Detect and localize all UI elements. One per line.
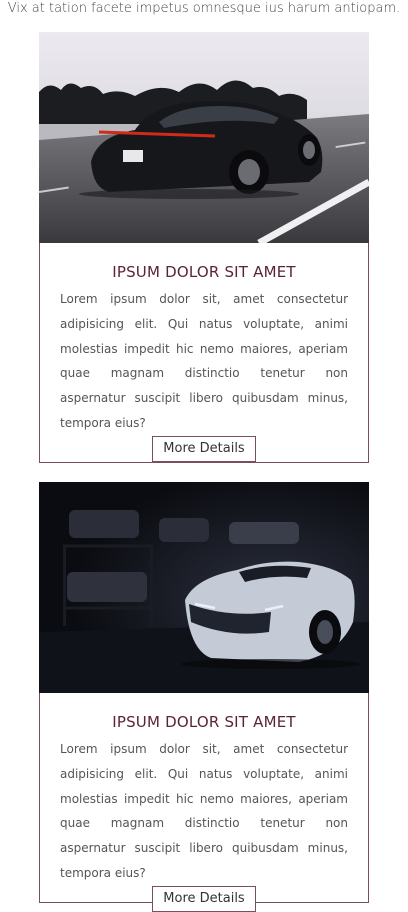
more-details-button[interactable]: More Details (152, 885, 256, 912)
car-garage-image (39, 482, 369, 693)
more-details-button[interactable]: More Details (152, 435, 256, 462)
card-description: Lorem ipsum dolor sit, amet consectetur … (60, 742, 348, 880)
card-title: IPSUM DOLOR SIT AMET (112, 263, 296, 281)
card-description: Lorem ipsum dolor sit, amet consectetur … (60, 292, 348, 430)
car-road-image (39, 32, 369, 243)
card-title: IPSUM DOLOR SIT AMET (112, 713, 296, 731)
car-card: IPSUM DOLOR SIT AMET Lorem ipsum dolor s… (39, 482, 369, 912)
car-card: IPSUM DOLOR SIT AMET Lorem ipsum dolor s… (39, 32, 369, 463)
intro-text: Vix at tation facete impetus omnesque iu… (7, 1, 401, 16)
